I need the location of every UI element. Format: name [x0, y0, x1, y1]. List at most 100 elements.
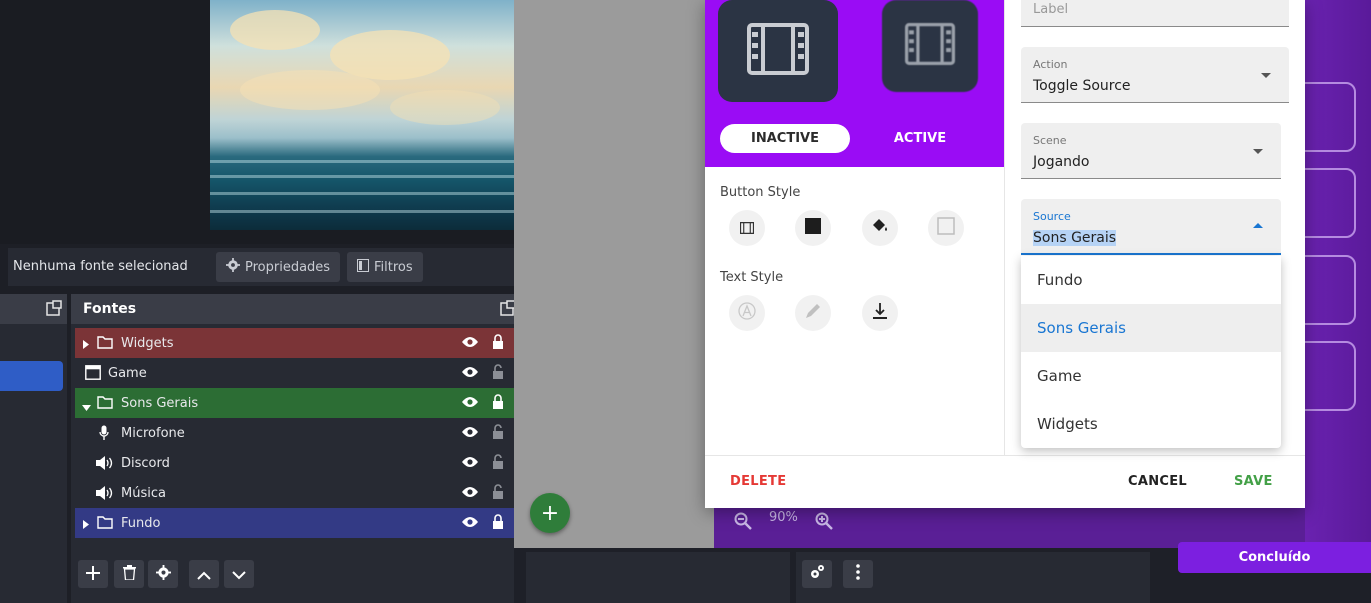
zoom-level: 90% [769, 510, 798, 525]
zoom-out-icon[interactable] [734, 512, 752, 534]
caret-up-icon [1253, 223, 1263, 228]
menu-item-sons-gerais[interactable]: Sons Gerais [1021, 304, 1281, 352]
move-up-button[interactable] [189, 560, 219, 588]
eye-icon[interactable] [462, 425, 478, 443]
add-button[interactable]: + [530, 493, 570, 533]
scene-field-value: Jogando [1033, 154, 1090, 170]
pen-icon [804, 302, 822, 324]
speaker-icon [96, 456, 114, 474]
plus-icon [86, 565, 100, 584]
eye-icon[interactable] [462, 395, 478, 413]
source-label: Widgets [121, 335, 174, 351]
filters-button[interactable]: Filtros [347, 252, 423, 282]
gear-icon [155, 564, 171, 584]
source-properties-button[interactable] [148, 560, 178, 588]
caret-down-icon [1261, 73, 1271, 78]
action-field-label: Action [1033, 58, 1068, 71]
lock-icon[interactable] [492, 394, 504, 413]
preview-image [210, 0, 514, 230]
folder-open-icon [97, 395, 113, 413]
eye-icon[interactable] [462, 485, 478, 503]
scene-field-label: Scene [1033, 134, 1067, 147]
menu-item-game[interactable]: Game [1021, 352, 1281, 400]
properties-button[interactable]: Propriedades [216, 252, 341, 282]
unlock-icon[interactable] [492, 364, 504, 383]
source-label: Game [108, 365, 147, 381]
source-label: Sons Gerais [121, 395, 199, 411]
scene-field[interactable]: Scene Jogando [1021, 123, 1281, 179]
label-field-label: Label [1033, 2, 1069, 17]
window-icon [85, 365, 101, 384]
folder-icon [97, 335, 113, 353]
lock-icon[interactable] [492, 334, 504, 353]
text-color-button[interactable] [795, 295, 831, 331]
move-down-button[interactable] [224, 560, 254, 588]
cancel-button[interactable]: CANCEL [1128, 474, 1187, 489]
more-options-button[interactable] [843, 560, 873, 588]
film-icon [739, 219, 755, 238]
menu-item-fundo[interactable]: Fundo [1021, 256, 1281, 304]
source-row-game[interactable]: Game [75, 358, 514, 388]
sources-title: Fontes [71, 294, 520, 324]
source-row-widgets[interactable]: Widgets [75, 328, 514, 358]
text-font-button[interactable] [729, 295, 765, 331]
style-fill-color-button[interactable] [862, 210, 898, 246]
inactive-preview-tile[interactable] [718, 0, 838, 102]
menu-item-widgets[interactable]: Widgets [1021, 400, 1281, 448]
source-row-musica[interactable]: Música [75, 478, 514, 508]
source-row-discord[interactable]: Discord [75, 448, 514, 478]
zoom-in-icon[interactable] [815, 512, 833, 534]
text-position-button[interactable] [862, 295, 898, 331]
source-field[interactable]: Source Sons Gerais [1021, 199, 1281, 255]
microphone-icon [99, 425, 109, 445]
scene-item-selected[interactable] [0, 361, 63, 391]
paint-bucket-icon [871, 218, 889, 238]
font-icon [738, 302, 756, 324]
source-field-value: Sons Gerais [1033, 230, 1117, 246]
active-preview-tile[interactable] [882, 0, 978, 92]
unlock-icon[interactable] [492, 484, 504, 503]
style-border-button[interactable] [928, 210, 964, 246]
source-row-microfone[interactable]: Microfone [75, 418, 514, 448]
trash-icon [122, 564, 136, 584]
dialog-footer-divider [705, 455, 1305, 456]
film-icon [747, 23, 809, 79]
chevron-right-icon[interactable] [83, 518, 89, 533]
action-field[interactable]: Action Toggle Source [1021, 47, 1289, 103]
add-source-button[interactable] [78, 560, 108, 588]
source-row-sons-gerais[interactable]: Sons Gerais [75, 388, 514, 418]
tab-active[interactable]: ACTIVE [870, 124, 970, 153]
style-icon-button[interactable] [729, 210, 765, 246]
undock-icon[interactable] [46, 300, 62, 320]
eye-icon[interactable] [462, 365, 478, 383]
source-row-fundo[interactable]: Fundo [75, 508, 514, 538]
lock-icon[interactable] [492, 514, 504, 533]
delete-button[interactable]: DELETE [730, 474, 786, 489]
eye-icon[interactable] [462, 455, 478, 473]
scenes-panel [0, 294, 67, 603]
tab-inactive[interactable]: INACTIVE [720, 124, 850, 153]
remove-source-button[interactable] [114, 560, 144, 588]
chevron-right-icon[interactable] [83, 338, 89, 353]
unlock-icon[interactable] [492, 454, 504, 473]
filter-icon [357, 258, 369, 276]
label-field[interactable]: Label [1021, 0, 1289, 27]
source-label: Música [121, 485, 166, 501]
bottom-panel [526, 552, 790, 603]
eye-icon[interactable] [462, 335, 478, 353]
advanced-settings-button[interactable] [802, 560, 832, 588]
square-filled-icon [805, 218, 821, 238]
eye-icon[interactable] [462, 515, 478, 533]
properties-label: Propriedades [245, 259, 331, 275]
chevron-down-icon[interactable] [82, 400, 91, 415]
chevron-up-icon [197, 565, 211, 584]
folder-icon [97, 515, 113, 533]
plus-icon: + [540, 500, 560, 526]
square-outline-icon [937, 217, 955, 239]
source-label: Fundo [121, 515, 161, 531]
style-background-button[interactable] [795, 210, 831, 246]
done-button[interactable]: Concluído [1178, 542, 1371, 573]
save-button[interactable]: SAVE [1234, 474, 1273, 489]
unlock-icon[interactable] [492, 424, 504, 443]
action-field-value: Toggle Source [1033, 78, 1131, 94]
